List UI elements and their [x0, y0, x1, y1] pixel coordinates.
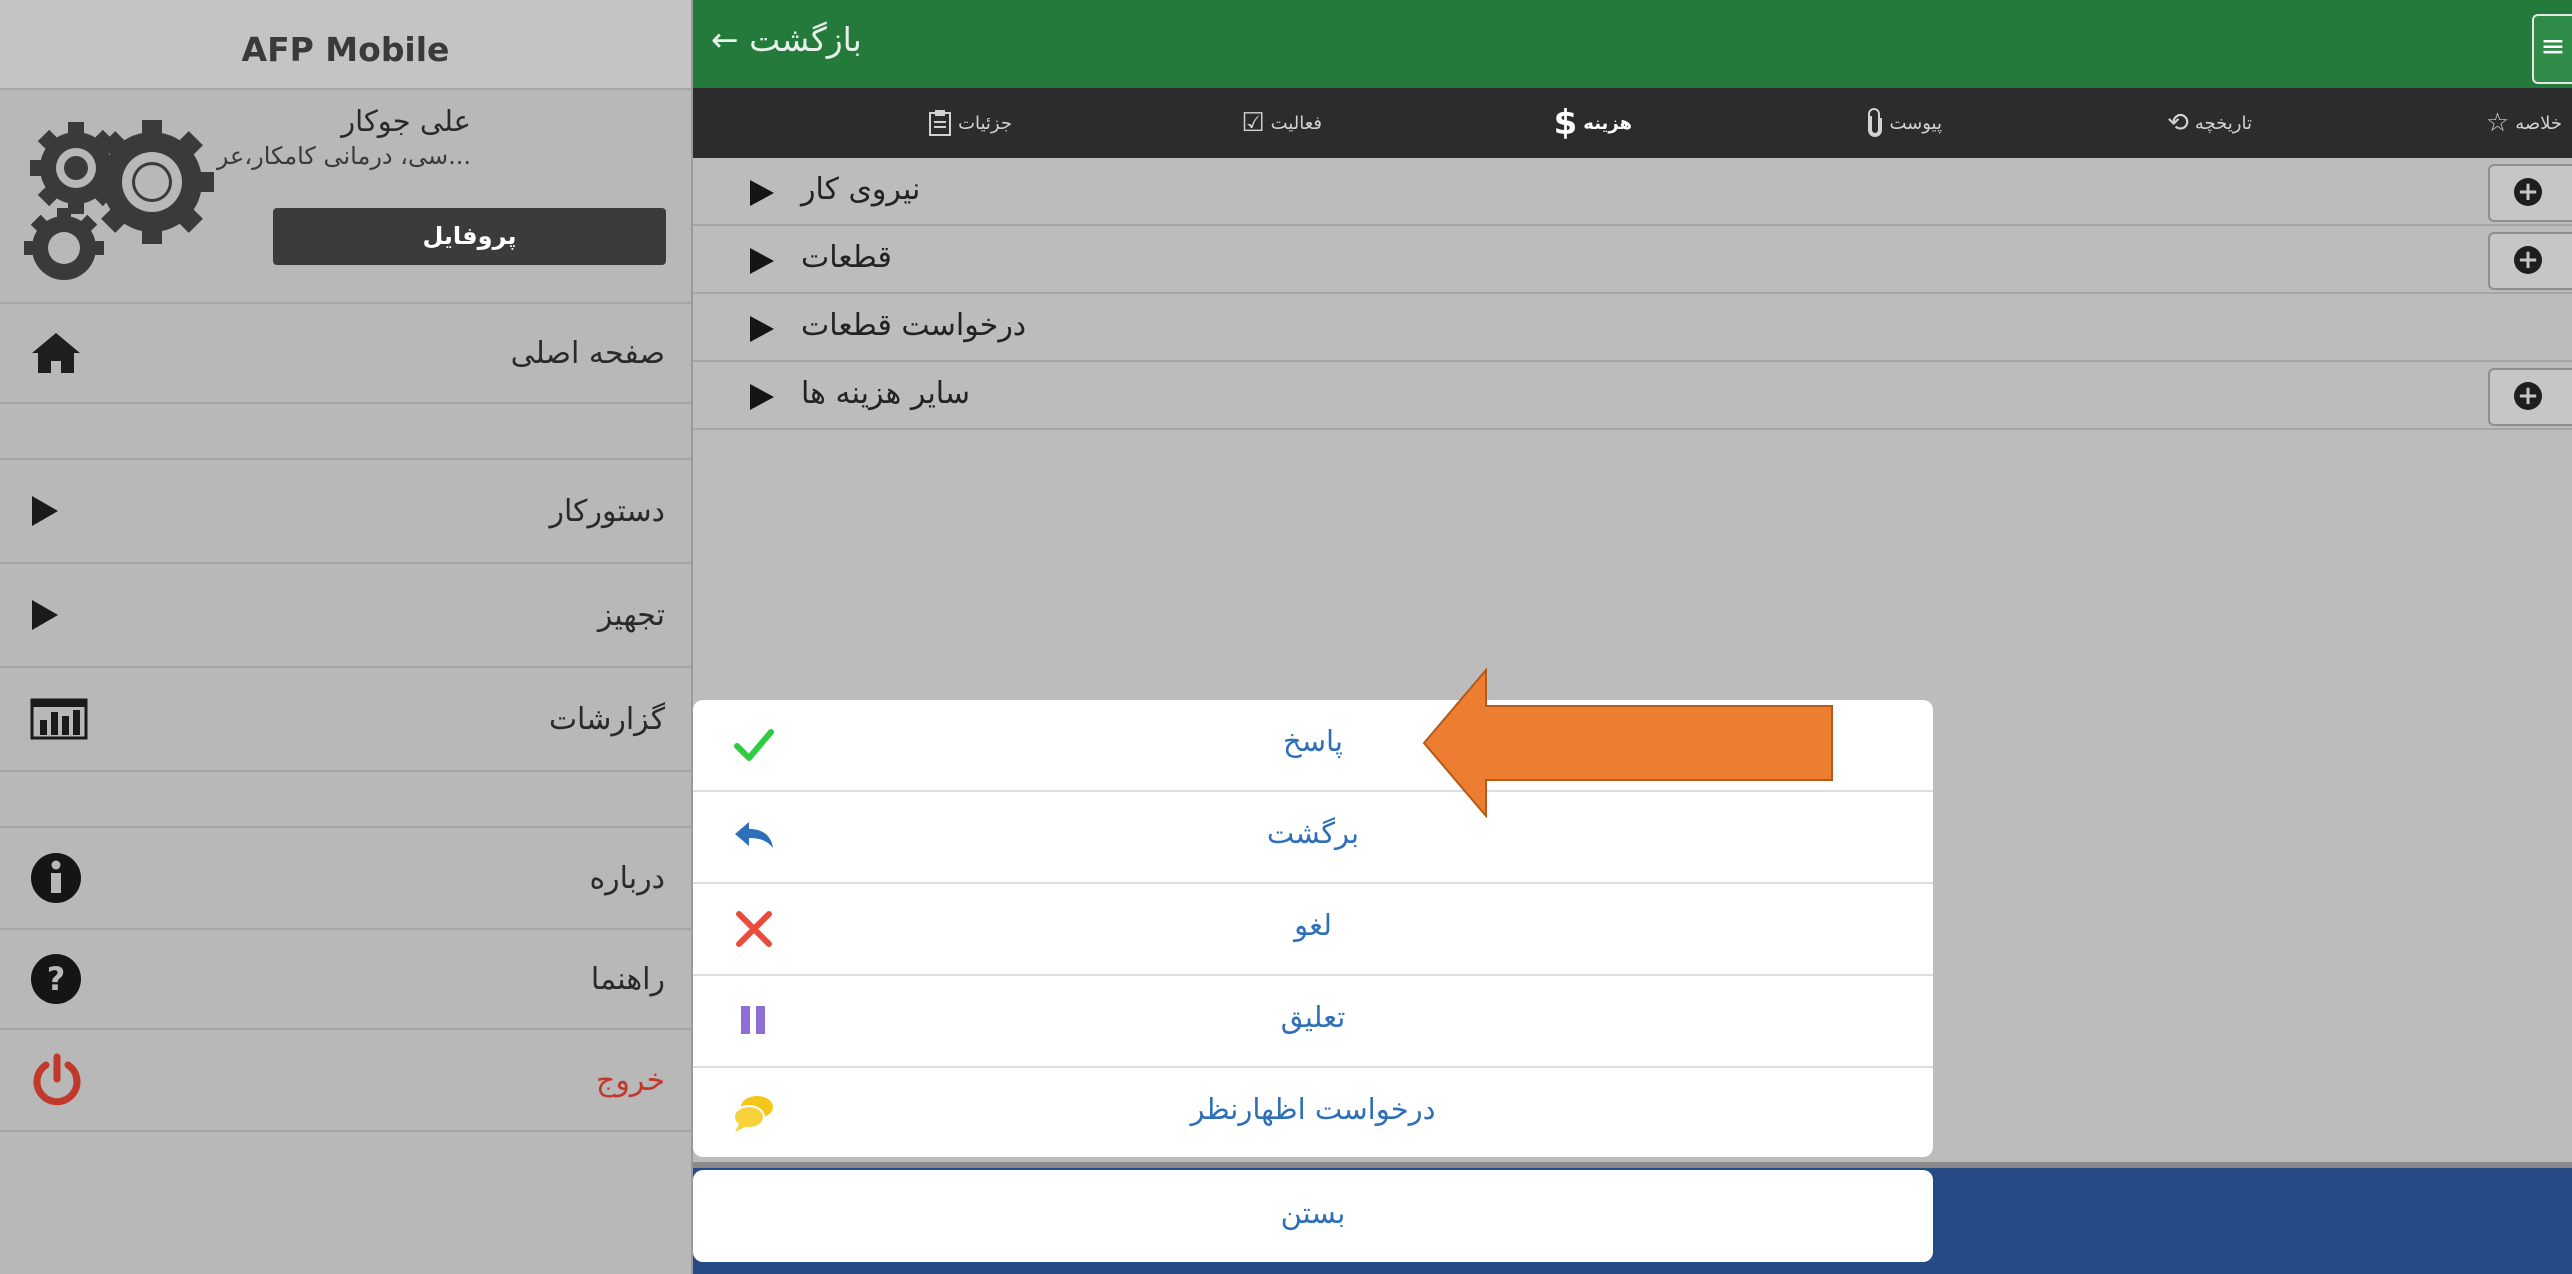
- tab-label: پیوست: [1889, 112, 1943, 134]
- action-request-comment[interactable]: درخواست اظهارنظر: [693, 1068, 1933, 1157]
- sidebar-item-logout[interactable]: خروج: [0, 1030, 691, 1132]
- plus-icon: +: [2514, 382, 2542, 410]
- checkbox-icon: ☑: [1241, 108, 1265, 138]
- sidebar: AFP Mobile علی جوکار ...سی، درمانی کامکا…: [0, 0, 693, 1274]
- tab-label: فعالیت: [1270, 112, 1322, 134]
- cost-row-parts-request[interactable]: درخواست قطعات: [693, 294, 2572, 362]
- play-arrow-icon: [750, 384, 774, 410]
- tab-history[interactable]: تاریخچه ⟲: [2167, 88, 2252, 158]
- profile-button[interactable]: پروفایل: [273, 208, 666, 265]
- add-button[interactable]: +: [2488, 368, 2572, 426]
- tab-label: خلاصه: [2515, 112, 2562, 134]
- action-label: برگشت: [1266, 816, 1360, 850]
- play-arrow-icon: [32, 600, 58, 630]
- tab-bar: خلاصه ☆ تاریخچه ⟲ پیوست هزینه $ فعالیت ☑…: [693, 88, 2572, 158]
- home-icon: [32, 333, 80, 373]
- tab-label: جزئیات: [958, 112, 1012, 134]
- sidebar-item-label: تجهیز: [597, 597, 665, 633]
- sidebar-item-reports[interactable]: گزارشات: [0, 668, 691, 772]
- dollar-icon: $: [1553, 103, 1578, 143]
- tab-summary[interactable]: خلاصه ☆: [2486, 88, 2562, 158]
- app-title: AFP Mobile: [0, 0, 691, 90]
- hamburger-icon[interactable]: ≡: [2532, 14, 2572, 84]
- play-arrow-icon: [750, 316, 774, 342]
- tab-label: تاریخچه: [2194, 112, 2252, 134]
- clipboard-icon: [929, 110, 952, 136]
- sidebar-item-label: درباره: [589, 860, 665, 896]
- info-icon: [31, 853, 81, 903]
- star-icon: ☆: [2485, 108, 2510, 138]
- tab-attachment[interactable]: پیوست: [1866, 88, 1943, 158]
- add-button[interactable]: +: [2488, 232, 2572, 290]
- cost-row-label: درخواست قطعات: [801, 308, 1027, 343]
- sidebar-item-label: صفحه اصلی: [510, 335, 665, 371]
- play-arrow-icon: [750, 248, 774, 274]
- sidebar-item-label: خروج: [596, 1062, 665, 1098]
- tab-label: هزینه: [1583, 112, 1632, 134]
- sidebar-item-about[interactable]: درباره: [0, 828, 691, 930]
- cost-row-parts[interactable]: قطعات +: [693, 226, 2572, 294]
- play-arrow-icon: [32, 496, 58, 526]
- action-suspend[interactable]: تعلیق: [693, 976, 1933, 1068]
- sidebar-item-equipment[interactable]: تجهیز: [0, 564, 691, 668]
- back-link[interactable]: بازگشت ←: [711, 20, 862, 59]
- close-label: بستن: [1280, 1196, 1346, 1230]
- cost-row-label: نیروی کار: [801, 172, 921, 207]
- help-icon: ?: [31, 954, 81, 1004]
- sidebar-spacer: [0, 404, 691, 460]
- paperclip-icon: [1867, 108, 1882, 137]
- cost-row-other-costs[interactable]: سایر هزینه ها +: [693, 362, 2572, 430]
- sidebar-item-label: راهنما: [590, 961, 665, 997]
- close-button[interactable]: بستن: [693, 1170, 1933, 1262]
- sidebar-item-work-orders[interactable]: دستورکار: [0, 460, 691, 564]
- profile-block: علی جوکار ...سی، درمانی کامکار،عرب ن پرو…: [0, 88, 691, 304]
- plus-icon: +: [2514, 246, 2542, 274]
- tab-activity[interactable]: فعالیت ☑: [1241, 88, 1322, 158]
- user-subtitle: ...سی، درمانی کامکار،عرب ن: [216, 142, 471, 170]
- power-icon: [33, 1053, 81, 1106]
- action-label: لغو: [1294, 908, 1332, 942]
- annotation-arrow-icon: [1422, 668, 1833, 818]
- chart-icon: [30, 698, 88, 740]
- tab-cost[interactable]: هزینه $: [1554, 88, 1632, 158]
- sidebar-item-help[interactable]: راهنما ?: [0, 930, 691, 1030]
- play-arrow-icon: [750, 180, 774, 206]
- gears-avatar-icon: [24, 120, 214, 280]
- sidebar-item-label: دستورکار: [549, 493, 665, 529]
- cost-row-labor[interactable]: نیروی کار +: [693, 158, 2572, 226]
- top-bar: بازگشت ← ≡: [693, 0, 2572, 88]
- action-label: تعلیق: [1280, 1000, 1346, 1034]
- sidebar-item-label: گزارشات: [548, 701, 665, 737]
- action-cancel[interactable]: لغو: [693, 884, 1933, 976]
- tab-details[interactable]: جزئیات: [928, 88, 1012, 158]
- sidebar-spacer: [0, 772, 691, 828]
- user-name: علی جوکار: [341, 104, 471, 138]
- cost-row-label: سایر هزینه ها: [801, 376, 971, 411]
- sidebar-item-home[interactable]: صفحه اصلی: [0, 304, 691, 404]
- cost-row-label: قطعات: [801, 240, 892, 275]
- svg-text:?: ?: [47, 960, 66, 998]
- action-label: درخواست اظهارنظر: [1190, 1092, 1436, 1126]
- add-button[interactable]: +: [2488, 164, 2572, 222]
- history-icon: ⟲: [2167, 108, 2189, 138]
- plus-icon: +: [2514, 178, 2542, 206]
